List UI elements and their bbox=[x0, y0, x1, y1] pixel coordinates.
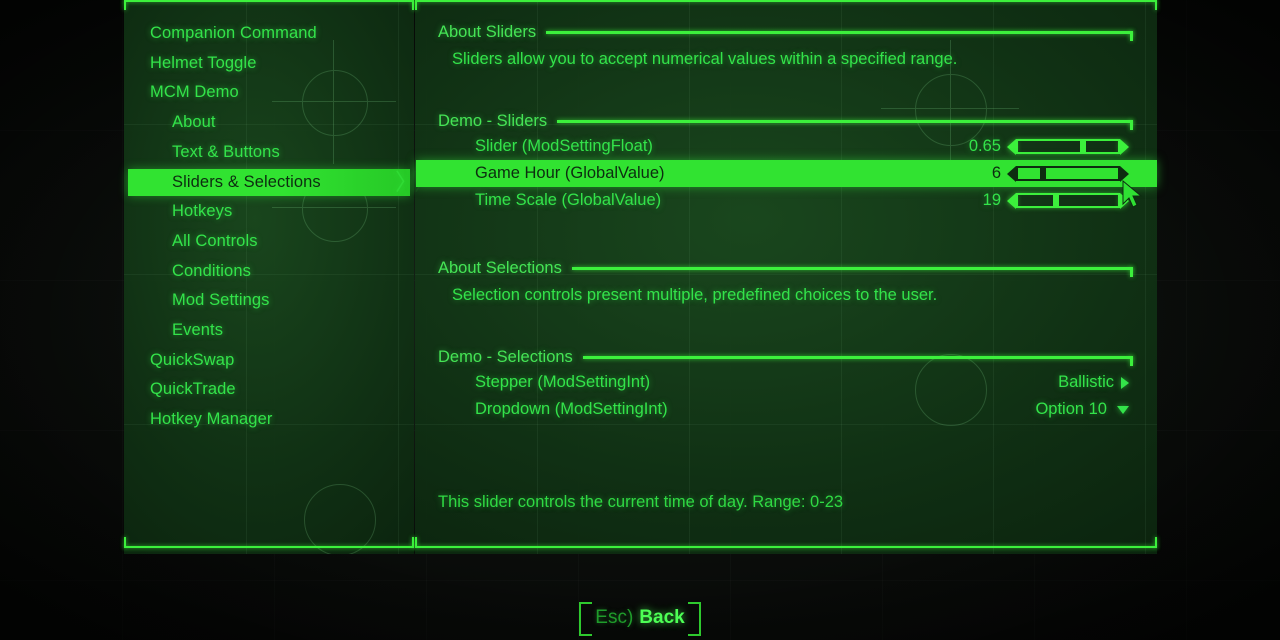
sidebar-item-mod-settings[interactable]: Mod Settings bbox=[128, 287, 410, 314]
setting-label: Dropdown (ModSettingInt) bbox=[475, 400, 668, 418]
sidebar-item-hotkeys[interactable]: Hotkeys bbox=[128, 198, 410, 225]
slider-control[interactable] bbox=[1007, 192, 1129, 209]
bracket-right-icon bbox=[687, 602, 701, 636]
slider-thumb[interactable] bbox=[1053, 195, 1059, 206]
settings-group: About Sliders Sliders allow you to accept… bbox=[438, 20, 1157, 69]
sidebar-item-hotkey-manager[interactable]: Hotkey Manager bbox=[128, 406, 410, 433]
back-button[interactable]: Esc) Back bbox=[579, 602, 701, 636]
sidebar-item-label: Companion Command bbox=[150, 24, 317, 42]
group-header: Demo - Selections bbox=[438, 345, 1157, 369]
setting-value: Ballistic bbox=[1058, 373, 1114, 391]
sidebar-panel: Companion Command Helmet Toggle MCM Demo Ab… bbox=[124, 0, 437, 554]
group-description: Sliders allow you to accept numerical va… bbox=[452, 50, 958, 68]
sidebar-item-companion-command[interactable]: Companion Command bbox=[128, 20, 410, 47]
setting-control[interactable]: Option 10 bbox=[1035, 400, 1129, 419]
setting-label: Time Scale (GlobalValue) bbox=[475, 191, 662, 209]
sidebar-item-quicktrade[interactable]: QuickTrade bbox=[128, 376, 410, 403]
slider-control[interactable] bbox=[1007, 138, 1129, 155]
group-rule bbox=[546, 30, 1133, 41]
slider-increment-arrow-icon[interactable] bbox=[1120, 165, 1129, 182]
slider-decrement-arrow-icon[interactable] bbox=[1007, 138, 1016, 155]
chevron-down-icon[interactable] bbox=[1117, 405, 1129, 414]
group-title: Demo - Selections bbox=[438, 347, 573, 366]
esc-key-label: Esc) bbox=[595, 607, 634, 628]
slider-track[interactable] bbox=[1016, 166, 1120, 181]
slider-thumb[interactable] bbox=[1040, 168, 1046, 179]
sidebar-item-sliders-selections[interactable]: Sliders & Selections 〉〉 bbox=[128, 168, 437, 196]
slider-thumb[interactable] bbox=[1080, 141, 1086, 152]
slider-increment-arrow-icon[interactable] bbox=[1120, 192, 1129, 209]
sidebar-menu: Companion Command Helmet Toggle MCM Demo Ab… bbox=[124, 0, 437, 554]
back-label: Back bbox=[639, 607, 685, 628]
setting-control[interactable]: 6 bbox=[992, 164, 1129, 183]
setting-value: Option 10 bbox=[1035, 400, 1107, 418]
bracket-left-icon bbox=[579, 602, 593, 636]
sidebar-item-label: MCM Demo bbox=[150, 83, 239, 102]
setting-value: 6 bbox=[991, 164, 1001, 182]
setting-value: 19 bbox=[982, 191, 1001, 209]
help-text: This slider controls the current time of… bbox=[438, 493, 844, 511]
sidebar-item-mcm-demo[interactable]: MCM Demo bbox=[128, 79, 410, 106]
group-title: About Sliders bbox=[438, 22, 537, 41]
group-title: Demo - Sliders bbox=[438, 111, 548, 130]
setting-label: Stepper (ModSettingInt) bbox=[475, 373, 651, 391]
sidebar-item-label: Text & Buttons bbox=[172, 142, 280, 161]
group-description: Selection controls present multiple, pre… bbox=[452, 286, 938, 304]
setting-row[interactable]: Time Scale (GlobalValue) 19 bbox=[438, 187, 1157, 214]
sidebar-item-label: Sliders & Selections bbox=[172, 172, 321, 191]
sidebar-item-helmet-toggle[interactable]: Helmet Toggle bbox=[128, 50, 410, 77]
sidebar-item-label: All Controls bbox=[172, 231, 258, 250]
sidebar-item-label: Events bbox=[172, 321, 224, 339]
setting-value: 0.65 bbox=[968, 137, 1001, 155]
sidebar-item-label: Helmet Toggle bbox=[150, 53, 257, 72]
slider-decrement-arrow-icon[interactable] bbox=[1007, 192, 1016, 209]
group-header: About Sliders bbox=[438, 20, 1157, 44]
slider-track[interactable] bbox=[1016, 139, 1120, 154]
group-rule bbox=[582, 355, 1134, 366]
sidebar-item-label: QuickTrade bbox=[150, 380, 236, 399]
setting-row[interactable]: Game Hour (GlobalValue) 6 bbox=[416, 160, 1157, 187]
slider-control[interactable] bbox=[1007, 165, 1129, 182]
footer-bar: Esc) Back bbox=[0, 596, 1280, 640]
sidebar-item-all-controls[interactable]: All Controls bbox=[128, 228, 410, 255]
sidebar-item-about[interactable]: About bbox=[128, 109, 410, 136]
setting-label: Slider (ModSettingFloat) bbox=[475, 137, 653, 155]
setting-control[interactable]: 19 bbox=[983, 191, 1129, 210]
group-title: About Selections bbox=[438, 258, 562, 277]
sidebar-item-label: QuickSwap bbox=[150, 350, 235, 369]
setting-row[interactable]: Stepper (ModSettingInt) Ballistic bbox=[438, 369, 1157, 396]
sidebar-item-text-buttons[interactable]: Text & Buttons bbox=[128, 139, 410, 166]
group-header: About Selections bbox=[438, 256, 1157, 280]
sidebar-item-label: Mod Settings bbox=[172, 291, 270, 310]
sidebar-item-label: Hotkey Manager bbox=[150, 410, 273, 429]
group-header: Demo - Sliders bbox=[438, 109, 1157, 133]
sidebar-item-label: Hotkeys bbox=[172, 202, 233, 221]
setting-label: Game Hour (GlobalValue) bbox=[475, 164, 665, 182]
stepper-next-arrow-icon[interactable] bbox=[1121, 376, 1129, 389]
content-panel: About Sliders Sliders allow you to accept… bbox=[415, 0, 1157, 554]
slider-track[interactable] bbox=[1016, 193, 1120, 208]
setting-row[interactable]: Slider (ModSettingFloat) 0.65 bbox=[438, 133, 1157, 160]
setting-row[interactable]: Dropdown (ModSettingInt) Option 10 bbox=[438, 396, 1157, 423]
slider-decrement-arrow-icon[interactable] bbox=[1007, 165, 1016, 182]
sidebar-item-label: Conditions bbox=[172, 261, 251, 280]
sidebar-item-quickswap[interactable]: QuickSwap bbox=[128, 347, 410, 374]
group-rule bbox=[557, 119, 1133, 130]
sidebar-item-events[interactable]: Events bbox=[128, 317, 410, 344]
sidebar-item-label: About bbox=[172, 113, 216, 132]
sidebar-item-conditions[interactable]: Conditions bbox=[128, 258, 410, 285]
group-rule bbox=[571, 266, 1134, 277]
setting-control[interactable]: 0.65 bbox=[969, 137, 1129, 156]
settings-group: About Selections Selection controls prese… bbox=[438, 256, 1157, 305]
settings-content: About Sliders Sliders allow you to accept… bbox=[415, 0, 1157, 554]
slider-increment-arrow-icon[interactable] bbox=[1120, 138, 1129, 155]
settings-group: Demo - Sliders Slider (ModSettingFloat) 0.… bbox=[416, 109, 1157, 214]
settings-group: Demo - Selections Stepper (ModSettingInt)… bbox=[438, 345, 1157, 423]
setting-control[interactable]: Ballistic bbox=[1058, 373, 1129, 392]
